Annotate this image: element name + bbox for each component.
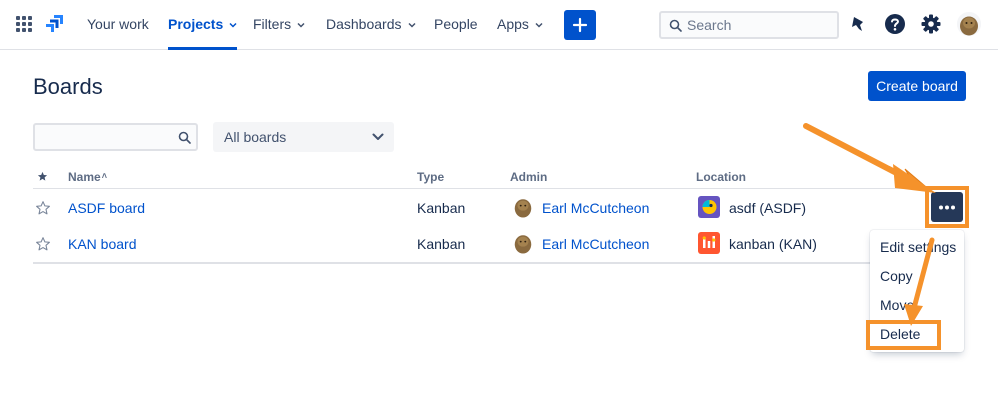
column-header-admin[interactable]: Admin bbox=[510, 170, 547, 184]
star-column-icon bbox=[37, 171, 48, 181]
app-switcher-icon[interactable] bbox=[16, 16, 32, 32]
project-asdf-icon bbox=[698, 196, 720, 218]
project-location: asdf (ASDF) bbox=[729, 200, 807, 216]
annotation-arrow-to-more-button bbox=[803, 123, 936, 193]
board-actions-menu: Edit settings Copy Move Delete bbox=[870, 230, 964, 352]
menu-item-move[interactable]: Move bbox=[870, 291, 964, 319]
nav-your-work-label: Your work bbox=[87, 16, 149, 32]
column-header-name[interactable]: Name˄ bbox=[68, 170, 107, 184]
nav-people[interactable]: People bbox=[434, 0, 478, 50]
search-input[interactable] bbox=[687, 16, 833, 34]
help-icon[interactable] bbox=[884, 13, 906, 35]
sort-ascending-icon: ˄ bbox=[101, 171, 107, 181]
admin-name-link[interactable]: Earl McCutcheon bbox=[542, 200, 649, 216]
search-icon bbox=[669, 19, 682, 32]
table-footer-divider bbox=[33, 262, 964, 264]
project-kanban-icon bbox=[698, 232, 720, 254]
admin-name-link[interactable]: Earl McCutcheon bbox=[542, 236, 649, 252]
board-name-link[interactable]: ASDF board bbox=[68, 200, 145, 216]
admin-avatar bbox=[514, 199, 532, 218]
notifications-icon[interactable] bbox=[848, 13, 870, 35]
column-header-location[interactable]: Location bbox=[696, 170, 746, 184]
project-location: kanban (KAN) bbox=[729, 236, 817, 252]
board-type-select[interactable]: All boards bbox=[213, 122, 394, 152]
menu-item-copy[interactable]: Copy bbox=[870, 262, 964, 290]
menu-item-delete[interactable]: Delete bbox=[870, 320, 964, 348]
nav-dashboards[interactable]: Dashboards bbox=[326, 0, 416, 50]
column-header-name-label: Name bbox=[68, 170, 101, 184]
nav-apps[interactable]: Apps bbox=[497, 0, 543, 50]
board-name-link[interactable]: KAN board bbox=[68, 236, 136, 252]
table-header-divider bbox=[33, 188, 964, 189]
jira-logo-icon[interactable] bbox=[43, 13, 65, 35]
nav-filters[interactable]: Filters bbox=[253, 0, 305, 50]
nav-dashboards-label: Dashboards bbox=[326, 16, 402, 32]
nav-filters-label: Filters bbox=[253, 16, 292, 32]
search-box[interactable] bbox=[659, 11, 839, 39]
column-header-type[interactable]: Type bbox=[417, 170, 444, 184]
board-search-field[interactable] bbox=[33, 123, 198, 151]
nav-your-work[interactable]: Your work bbox=[87, 0, 149, 50]
plus-icon bbox=[572, 17, 588, 33]
board-search-input[interactable] bbox=[41, 128, 171, 146]
chevron-down-icon bbox=[229, 23, 237, 28]
star-favorite-icon[interactable] bbox=[35, 236, 51, 252]
search-icon bbox=[178, 131, 191, 144]
nav-people-label: People bbox=[434, 16, 478, 32]
nav-projects-label: Projects bbox=[168, 16, 224, 32]
user-avatar[interactable] bbox=[957, 12, 981, 36]
table-row: ASDF board Kanban Earl McCutcheon asdf (… bbox=[33, 190, 964, 226]
star-favorite-icon[interactable] bbox=[35, 200, 51, 216]
chevron-down-icon bbox=[407, 23, 416, 28]
board-type-select-value: All boards bbox=[224, 129, 287, 145]
create-board-button[interactable]: Create board bbox=[868, 71, 966, 101]
admin-avatar bbox=[514, 235, 532, 254]
more-actions-button[interactable] bbox=[931, 192, 963, 222]
more-horizontal-icon bbox=[939, 205, 955, 210]
board-type: Kanban bbox=[417, 236, 466, 252]
nav-apps-label: Apps bbox=[497, 16, 529, 32]
chevron-down-icon bbox=[297, 23, 305, 28]
chevron-down-icon bbox=[372, 133, 384, 140]
page-title: Boards bbox=[33, 74, 103, 99]
settings-gear-icon[interactable] bbox=[920, 13, 942, 35]
chevron-down-icon bbox=[535, 23, 543, 28]
nav-projects[interactable]: Projects bbox=[168, 0, 238, 50]
create-button[interactable] bbox=[564, 10, 596, 40]
board-type: Kanban bbox=[417, 200, 466, 216]
table-row: KAN board Kanban Earl McCutcheon kanban … bbox=[33, 226, 964, 262]
menu-item-edit-settings[interactable]: Edit settings bbox=[870, 233, 964, 261]
top-navigation: Your work Projects Filters Dashboards Pe… bbox=[0, 0, 998, 50]
